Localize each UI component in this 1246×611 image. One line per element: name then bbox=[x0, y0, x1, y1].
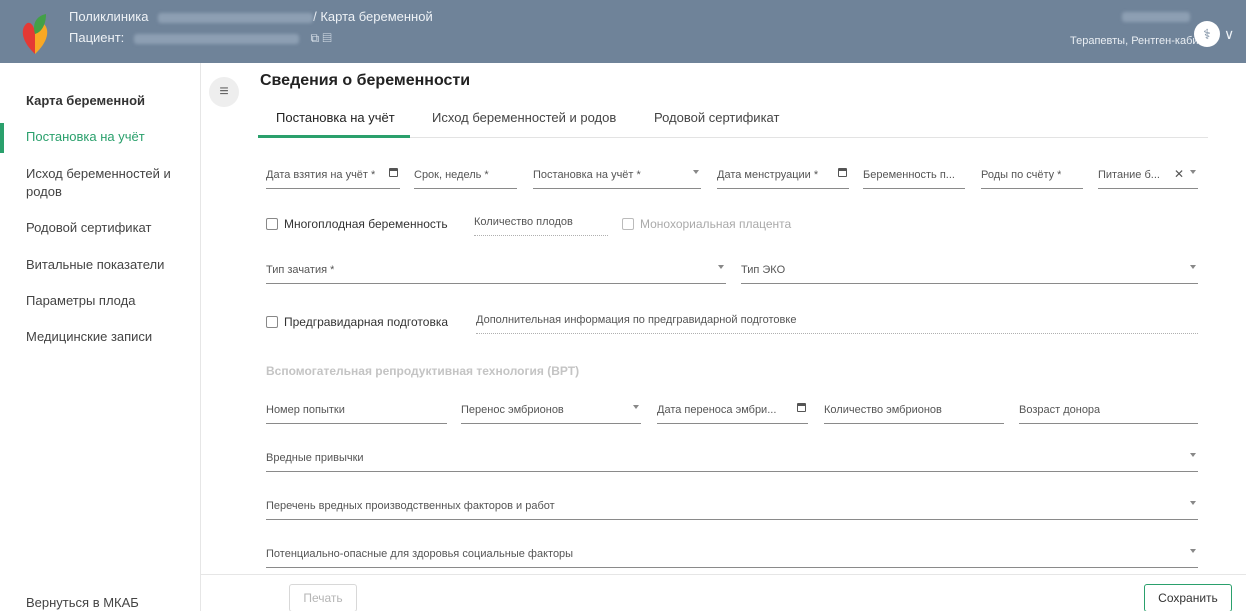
term-weeks-label: Срок, недель * bbox=[414, 169, 489, 181]
card-icon[interactable]: ▤ bbox=[322, 31, 331, 45]
calendar-icon[interactable] bbox=[838, 168, 847, 180]
dropdown-caret-icon[interactable] bbox=[633, 405, 639, 409]
registration-label: Постановка на учёт * bbox=[533, 169, 641, 181]
open-external-icon[interactable]: ⧉ bbox=[311, 31, 320, 45]
sidebar-title[interactable]: Карта беременной bbox=[26, 93, 145, 108]
date-registered-field[interactable]: Дата взятия на учёт * bbox=[266, 165, 400, 189]
footer-bar: Печать Сохранить bbox=[201, 574, 1246, 611]
births-number-field[interactable]: Роды по счёту * bbox=[981, 165, 1083, 189]
occupational-factors-select[interactable]: Перечень вредных производственных фактор… bbox=[266, 496, 1198, 520]
nutrition-select[interactable]: Питание б... ✕ bbox=[1098, 165, 1198, 189]
dropdown-caret-icon[interactable] bbox=[1190, 549, 1196, 553]
attempt-number-label: Номер попытки bbox=[266, 404, 345, 416]
dropdown-caret-icon[interactable] bbox=[718, 265, 724, 269]
multiple-pregnancy-label: Многоплодная беременность bbox=[284, 217, 448, 231]
ivf-type-label: Тип ЭКО bbox=[741, 264, 786, 276]
dropdown-caret-icon[interactable] bbox=[693, 170, 699, 174]
fetus-count-field[interactable]: Количество плодов bbox=[474, 212, 608, 236]
stethoscope-icon[interactable]: ⚕ bbox=[1194, 21, 1220, 47]
pregravid-label: Предгравидарная подготовка bbox=[284, 315, 449, 329]
sidebar-item-fetus-params[interactable]: Параметры плода bbox=[26, 292, 196, 310]
occupational-factors-label: Перечень вредных производственных фактор… bbox=[266, 500, 555, 512]
user-name-redacted bbox=[1122, 12, 1190, 22]
tab-pregnancy-outcome[interactable]: Исход беременностей и родов bbox=[432, 110, 616, 125]
dropdown-caret-icon[interactable] bbox=[1190, 453, 1196, 457]
sidebar-item-vitals[interactable]: Витальные показатели bbox=[26, 256, 196, 274]
embryo-count-field[interactable]: Количество эмбрионов bbox=[824, 400, 1004, 424]
breadcrumb: Поликлиника / Карта беременной bbox=[69, 9, 433, 24]
sidebar-item-registration[interactable]: Постановка на учёт bbox=[26, 128, 196, 146]
pregnancy-number-label: Беременность п... bbox=[863, 169, 955, 181]
registration-select[interactable]: Постановка на учёт * bbox=[533, 165, 701, 189]
pregravid-info-field[interactable]: Дополнительная информация по предгравида… bbox=[476, 310, 1198, 334]
donor-age-label: Возраст донора bbox=[1019, 404, 1101, 416]
monochorionic-label: Монохориальная плацента bbox=[640, 217, 792, 231]
monochorionic-checkbox[interactable]: Монохориальная плацента bbox=[622, 217, 791, 231]
pregravid-info-label: Дополнительная информация по предгравида… bbox=[476, 314, 797, 326]
date-registered-label: Дата взятия на учёт * bbox=[266, 169, 376, 181]
sidebar-item-pregnancy-outcome[interactable]: Исход беременностей и родов bbox=[26, 165, 196, 201]
menu-toggle-icon[interactable]: ≡ bbox=[209, 77, 239, 107]
conception-type-select[interactable]: Тип зачатия * bbox=[266, 260, 726, 284]
tab-birth-certificate[interactable]: Родовой сертификат bbox=[654, 110, 779, 125]
active-tab-underline bbox=[258, 135, 410, 138]
embryo-count-label: Количество эмбрионов bbox=[824, 404, 942, 416]
breadcrumb-current[interactable]: / Карта беременной bbox=[313, 9, 433, 24]
sidebar-item-medical-records[interactable]: Медицинские записи bbox=[26, 328, 196, 346]
menstruation-date-label: Дата менструации * bbox=[717, 169, 819, 181]
donor-age-field[interactable]: Возраст донора bbox=[1019, 400, 1198, 424]
dropdown-caret-icon[interactable] bbox=[1190, 265, 1196, 269]
embryo-transfer-select[interactable]: Перенос эмбрионов bbox=[461, 400, 641, 424]
patient-line: Пациент: ⧉ ▤ bbox=[69, 30, 332, 46]
save-button[interactable]: Сохранить bbox=[1144, 584, 1232, 611]
chevron-down-icon[interactable]: ∨ bbox=[1224, 26, 1234, 43]
embryo-transfer-date-label: Дата переноса эмбри... bbox=[657, 404, 777, 416]
clear-icon[interactable]: ✕ bbox=[1174, 167, 1184, 181]
sidebar-active-indicator bbox=[0, 123, 4, 153]
habits-select[interactable]: Вредные привычки bbox=[266, 448, 1198, 472]
patient-name-redacted bbox=[133, 33, 299, 44]
dropdown-caret-icon[interactable] bbox=[1190, 501, 1196, 505]
conception-type-label: Тип зачатия * bbox=[266, 264, 335, 276]
births-number-label: Роды по счёту * bbox=[981, 169, 1062, 181]
attempt-number-field[interactable]: Номер попытки bbox=[266, 400, 447, 424]
fetus-count-label: Количество плодов bbox=[474, 216, 573, 228]
menstruation-date-field[interactable]: Дата менструации * bbox=[717, 165, 849, 189]
calendar-icon[interactable] bbox=[389, 168, 398, 180]
ivf-type-select[interactable]: Тип ЭКО bbox=[741, 260, 1198, 284]
calendar-icon[interactable] bbox=[797, 403, 806, 415]
clinic-label: Поликлиника bbox=[69, 9, 149, 24]
clinic-logo bbox=[22, 14, 48, 54]
pregnancy-number-field[interactable]: Беременность п... bbox=[863, 165, 965, 189]
top-bar: Поликлиника / Карта беременной Пациент: … bbox=[0, 0, 1246, 63]
checkbox-box[interactable] bbox=[622, 218, 634, 230]
embryo-transfer-label: Перенос эмбрионов bbox=[461, 404, 564, 416]
embryo-transfer-date-field[interactable]: Дата переноса эмбри... bbox=[657, 400, 808, 424]
print-button[interactable]: Печать bbox=[289, 584, 357, 611]
sidebar-item-birth-certificate[interactable]: Родовой сертификат bbox=[26, 219, 196, 237]
tab-registration[interactable]: Постановка на учёт bbox=[276, 110, 395, 125]
tabs: Постановка на учёт Исход беременностей и… bbox=[258, 110, 1208, 138]
nutrition-label: Питание б... bbox=[1098, 169, 1160, 181]
checkbox-box[interactable] bbox=[266, 316, 278, 328]
checkbox-box[interactable] bbox=[266, 218, 278, 230]
social-factors-select[interactable]: Потенциально-опасные для здоровья социал… bbox=[266, 544, 1198, 568]
back-to-mkab-link[interactable]: Вернуться в МКАБ bbox=[26, 595, 139, 610]
habits-label: Вредные привычки bbox=[266, 452, 364, 464]
dropdown-caret-icon[interactable] bbox=[1190, 170, 1196, 174]
art-section-title: Вспомогательная репродуктивная технологи… bbox=[266, 364, 580, 378]
term-weeks-field[interactable]: Срок, недель * bbox=[414, 165, 517, 189]
page-title: Сведения о беременности bbox=[260, 72, 471, 89]
patient-label: Пациент: bbox=[69, 30, 125, 45]
pregravid-checkbox[interactable]: Предгравидарная подготовка bbox=[266, 315, 448, 329]
multiple-pregnancy-checkbox[interactable]: Многоплодная беременность bbox=[266, 217, 448, 231]
clinic-name-redacted bbox=[158, 12, 314, 23]
social-factors-label: Потенциально-опасные для здоровья социал… bbox=[266, 548, 574, 560]
sidebar: Карта беременной Постановка на учёт Исхо… bbox=[0, 63, 201, 611]
